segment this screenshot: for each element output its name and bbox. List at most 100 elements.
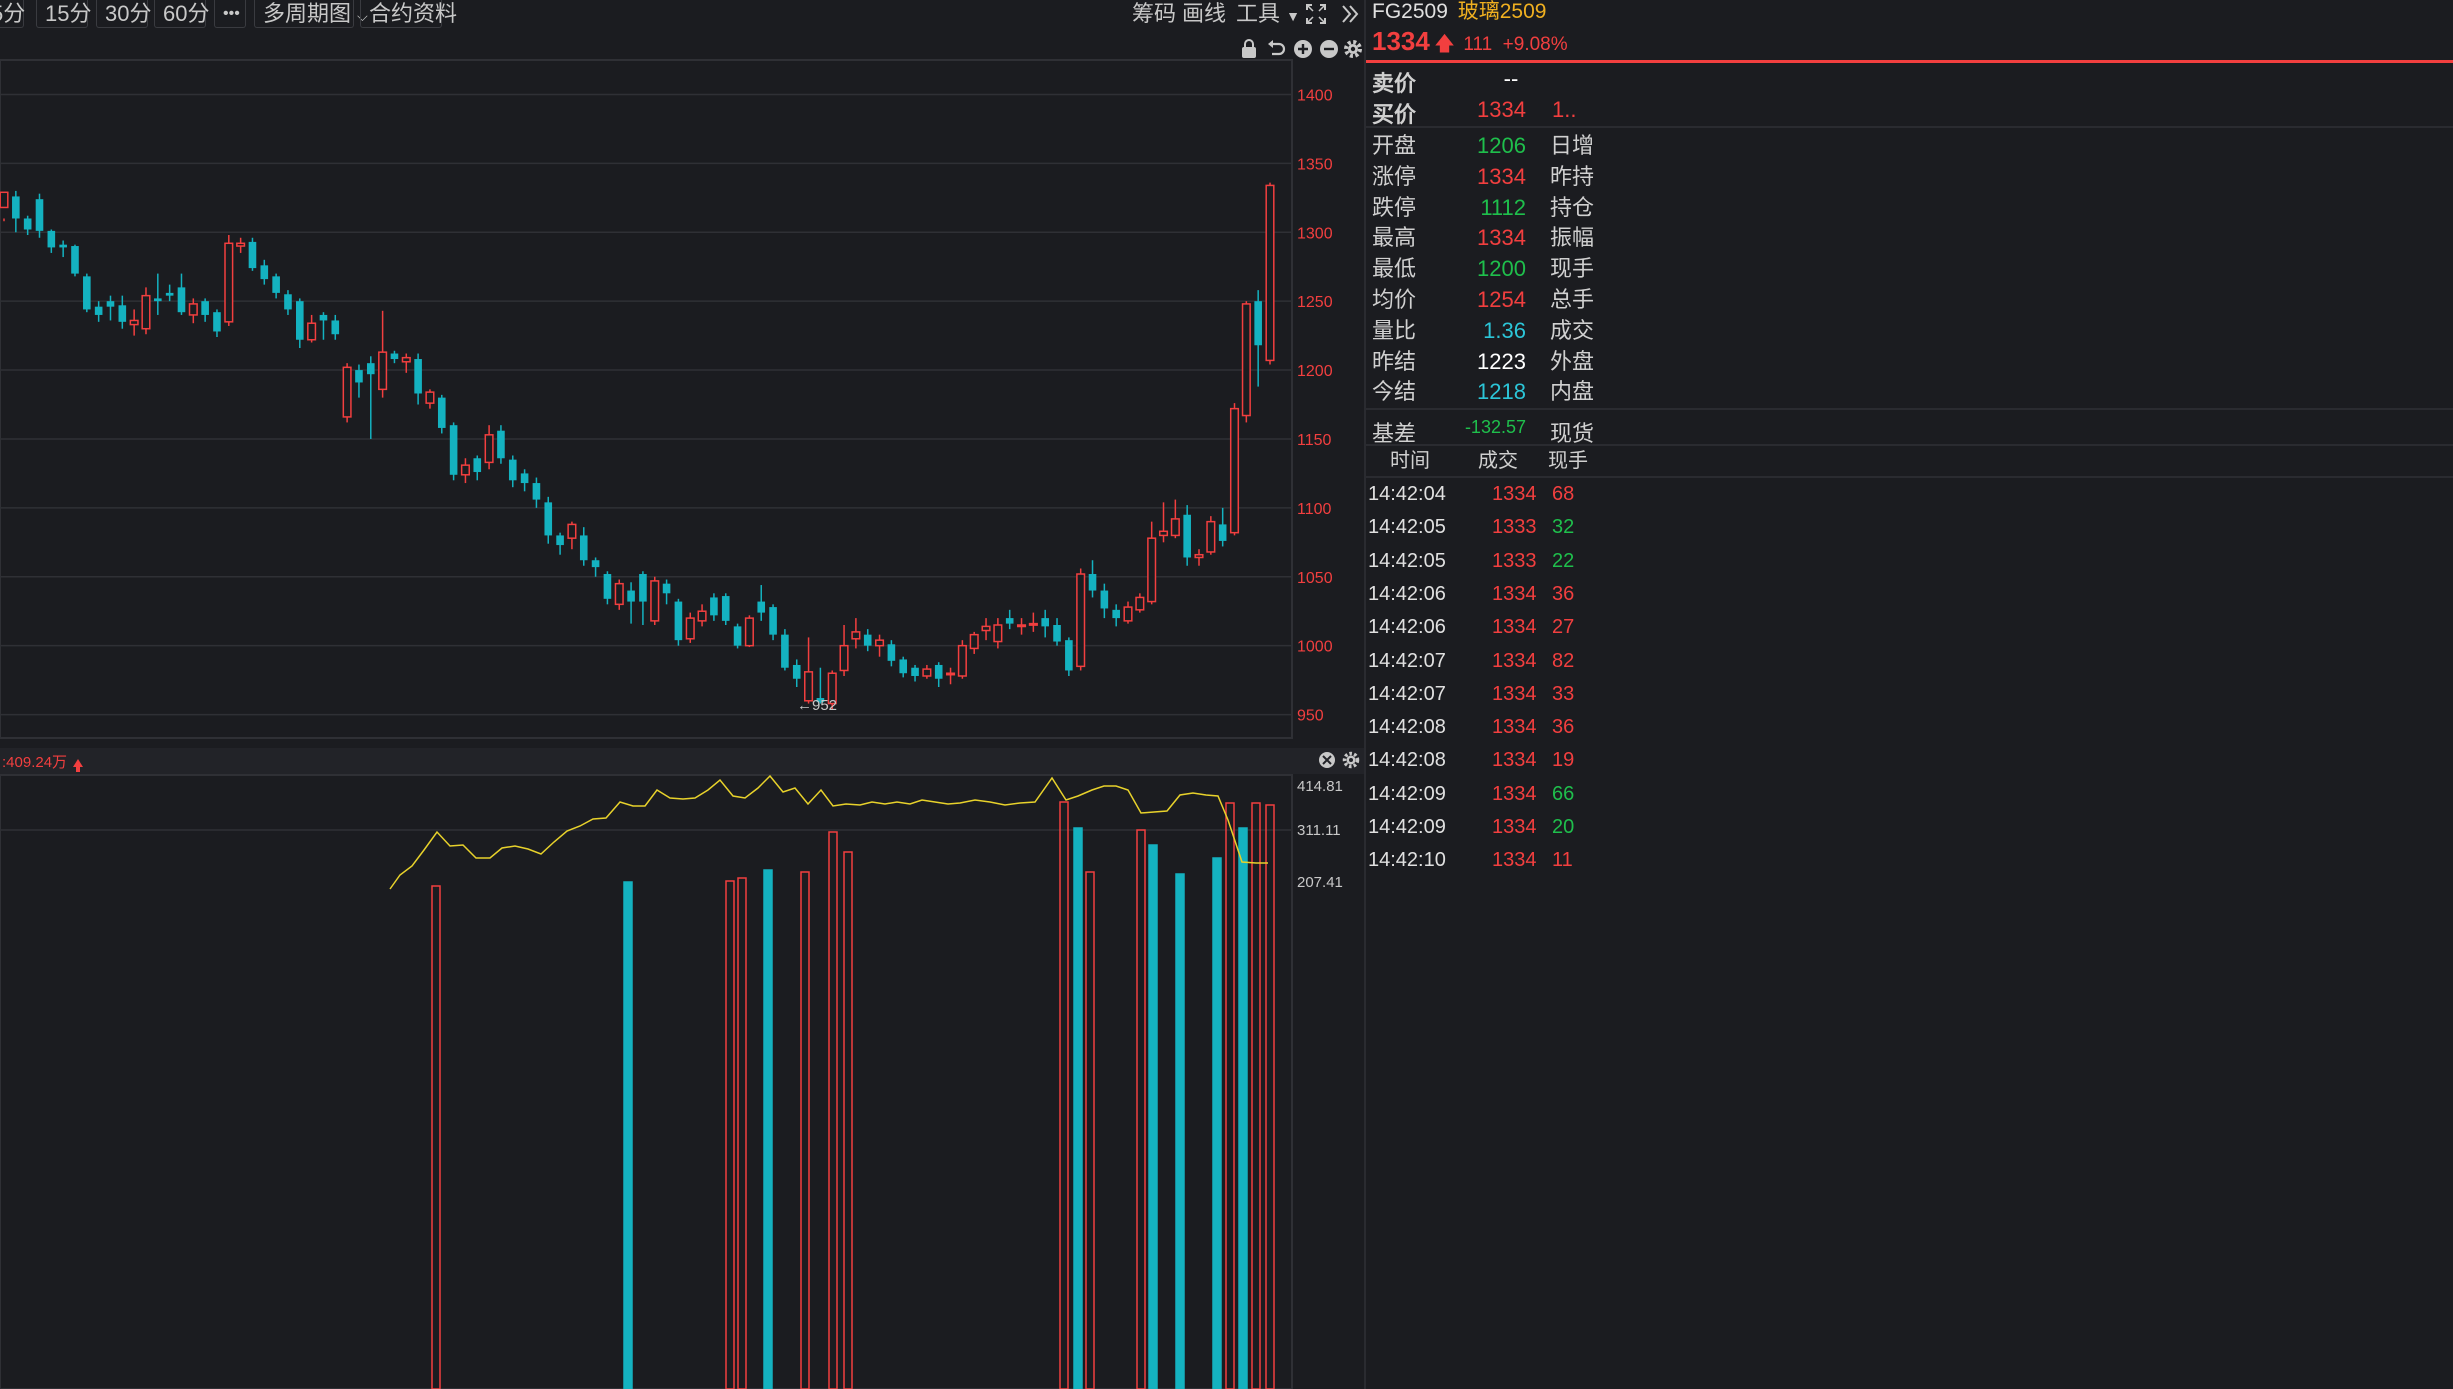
candle [497,425,505,464]
candle [1241,301,1251,423]
candle-body [1112,609,1120,619]
candle [154,273,162,315]
candle [342,363,352,423]
price-axis: 1400 1350 1300 1250 1200 1150 1100 1050 1000 950 [1297,87,1333,724]
tick-price: 1333 [1492,516,1537,539]
tick-price: 1334 [1492,749,1537,772]
tick-price: 1334 [1492,616,1537,639]
candle-body [355,370,363,383]
candle-body [1206,520,1216,553]
volume-bar [828,831,838,1389]
candle [697,604,707,627]
candle [35,193,44,238]
stat-row: 均价 1254 总手 [1366,285,2453,315]
candle [993,618,1003,649]
candle-body [425,391,435,404]
stat-value: 1200 [1477,256,1526,282]
candle-body [733,626,742,646]
stat-label: 跌停 [1372,194,1417,220]
candle [887,640,896,667]
volume-tick-mid: 311.11 [1297,822,1341,839]
tick-price: 1334 [1492,682,1537,705]
stat-value: 1206 [1477,133,1526,158]
stat-value: 1223 [1477,348,1526,374]
tick-row: 14:42:04 1334 68 [1366,478,2453,510]
tick-volume: 20 [1552,816,1575,838]
close-icon[interactable] [1319,752,1335,768]
candle-body [710,597,718,616]
candle [213,309,221,337]
volume-tick-top: 414.81 [1297,778,1343,795]
stat-label: 今结 [1372,379,1417,405]
tick-row: 14:42:05 1333 32 [1366,511,2453,543]
tick-time: 14:42:06 [1368,616,1446,639]
stat-row: 开盘 1206 日增 [1366,131,2453,161]
ask-label: 卖价 [1372,71,1417,96]
candle [1005,609,1014,630]
candle-body [591,560,600,568]
candle [201,298,209,322]
candle [721,593,730,625]
volume-plot-frame [0,774,1293,1389]
candle [1135,593,1145,613]
candle [272,273,280,299]
candle-body [437,397,446,428]
candle [757,585,766,621]
basis-value: -132.57 [1464,417,1526,437]
candle-body [520,473,529,484]
candle-body [378,351,388,391]
candle [851,618,861,649]
tick-volume: 32 [1552,516,1575,539]
divider [1366,408,2453,410]
candle-body [969,633,979,650]
price-line: 1334 🡅 111 +9.08% [1372,26,1568,56]
stat-right-label: 外盘 [1550,348,1595,374]
stat-value: 1112 [1480,194,1526,220]
candle [224,235,234,326]
candle-body [911,667,919,676]
candle-body [71,246,79,274]
volume-bar [1059,801,1069,1389]
candle [1183,505,1191,566]
candle [1053,618,1061,646]
candle-body [627,590,635,602]
candle-body [0,191,9,209]
candle-body [141,294,151,330]
candle-body [1183,514,1191,558]
candle-body [307,322,317,341]
candle-body [272,276,280,293]
candle [106,295,115,321]
candle [957,640,967,679]
candle [1076,568,1086,671]
candle [532,477,541,508]
stat-right-label: 总手 [1550,287,1595,312]
tick-row: 14:42:09 1334 66 [1366,778,2453,810]
price-plot-frame [0,59,1293,739]
stat-label: 涨停 [1372,163,1417,189]
kline-chart[interactable]: 140013501300125012001150110010501000950 … [0,0,1364,1389]
candle [945,667,956,685]
candle-body [12,196,20,219]
candle [744,615,754,648]
volume-bar [1148,844,1158,1389]
candle [804,637,814,704]
candle-body [899,659,908,674]
candles [0,182,1275,710]
candle [662,579,671,605]
stat-value: 1.36 [1483,317,1526,343]
candle [839,625,849,676]
candle-body [650,580,660,622]
tick-price: 1334 [1492,582,1537,605]
candle-body [697,610,707,622]
candle-body [508,459,517,481]
candle-body [1158,530,1169,537]
candle-body [106,301,115,307]
stat-label: 昨结 [1372,348,1417,374]
candle [1206,516,1216,555]
candle-body [757,601,766,613]
candle-body [366,363,375,375]
tick-volume: 19 [1552,749,1575,772]
tick-volume: 11 [1552,849,1573,872]
tick-price: 1334 [1492,816,1537,838]
candle-body [154,298,162,302]
